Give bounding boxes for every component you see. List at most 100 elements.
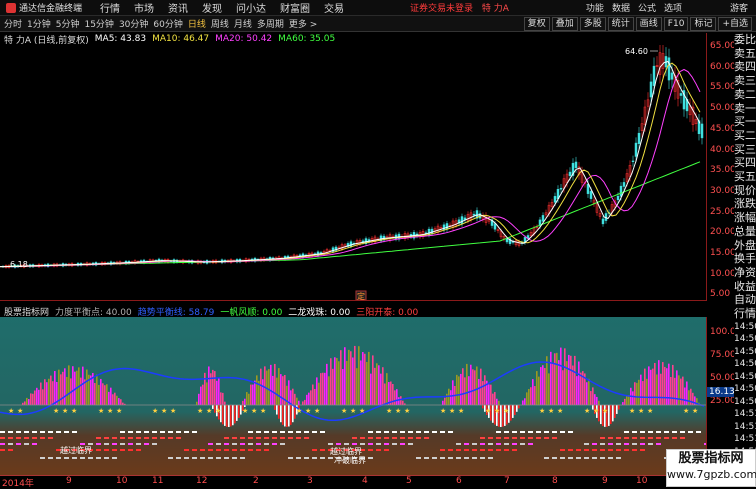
indicator-neg-bar bbox=[518, 405, 520, 409]
tab-60min[interactable]: 60分钟 bbox=[153, 17, 182, 30]
f10-button[interactable]: F10 bbox=[663, 16, 689, 31]
quote-panel-item[interactable]: 14:50 bbox=[734, 333, 756, 346]
signal-dash bbox=[568, 457, 573, 459]
add-watchlist-button[interactable]: +自选 bbox=[718, 16, 752, 31]
quote-panel-item[interactable]: 涨幅 bbox=[734, 211, 756, 225]
tab-5min[interactable]: 5分钟 bbox=[56, 17, 80, 30]
quote-panel-item[interactable]: 自动 bbox=[734, 293, 756, 307]
quote-panel-item[interactable]: 14:50 bbox=[734, 383, 756, 396]
menu-item-wenxiaoda[interactable]: 问小达 bbox=[236, 0, 266, 15]
tab-1min[interactable]: 1分钟 bbox=[27, 17, 51, 30]
signal-dash bbox=[168, 437, 173, 439]
quote-panel-item[interactable]: 总量 bbox=[734, 225, 756, 239]
quote-panel-item[interactable]: 14:51 bbox=[734, 433, 756, 446]
diejia-button[interactable]: 叠加 bbox=[551, 16, 578, 31]
signal-dash bbox=[608, 443, 613, 445]
quote-panel-item[interactable]: 14:51 bbox=[734, 408, 756, 421]
date-tick: 2014年 bbox=[2, 479, 34, 489]
quote-panel-item[interactable]: 14:51 bbox=[734, 421, 756, 434]
candle-body bbox=[700, 123, 704, 139]
tab-daily[interactable]: 日线 bbox=[188, 17, 206, 30]
tongji-button[interactable]: 统计 bbox=[607, 16, 634, 31]
quote-panel-item[interactable]: 净资 bbox=[734, 266, 756, 280]
quote-panel-item[interactable]: 14:50 bbox=[734, 396, 756, 409]
guest-user[interactable]: 游客 bbox=[730, 1, 748, 14]
quote-panel-item[interactable]: 现价 bbox=[734, 184, 756, 198]
signal-dash bbox=[16, 431, 21, 433]
menu-item-gongshi[interactable]: 公式 bbox=[638, 1, 656, 14]
quote-panel-item[interactable]: 卖四 bbox=[734, 60, 756, 74]
tab-weekly[interactable]: 周线 bbox=[211, 17, 229, 30]
tab-monthly[interactable]: 月线 bbox=[234, 17, 252, 30]
quote-panel-item[interactable]: 卖五 bbox=[734, 47, 756, 61]
indicator-bar bbox=[336, 358, 338, 405]
signal-dash bbox=[488, 457, 493, 459]
signal-dash bbox=[480, 443, 485, 445]
quote-panel-item[interactable]: 14:50 bbox=[734, 358, 756, 371]
signal-dash bbox=[616, 449, 621, 451]
signal-dash bbox=[8, 437, 13, 439]
menu-item-faxian[interactable]: 发现 bbox=[202, 0, 222, 15]
quote-panel-item[interactable]: 14:50 bbox=[734, 321, 756, 334]
quote-panel-item[interactable]: 换手 bbox=[734, 252, 756, 266]
signal-dash bbox=[56, 431, 61, 433]
menu-item-gongneng[interactable]: 功能 bbox=[586, 1, 604, 14]
fuquan-button[interactable]: 复权 bbox=[523, 16, 550, 31]
tab-multi[interactable]: 多周期 bbox=[257, 17, 284, 30]
indicator-bar bbox=[246, 392, 248, 405]
indicator-bar bbox=[482, 381, 484, 405]
price-tick: 65.00 bbox=[710, 41, 736, 51]
indicator-chart[interactable]: ★ ★ ★ ★ ★ ★ ★ ★ ★ ★ ★ ★ ★ ★ ★ ★ ★ ★ ★ ★ ★ ★ ★ ★ ★ ★ ★ ★ ★ ★ ★ ★ ★ ★ ★ ★ ★ ★ ★ ★… bbox=[0, 317, 706, 475]
indicator-bar bbox=[564, 348, 566, 405]
indicator-bar bbox=[646, 378, 648, 405]
menu-item-caifuquan[interactable]: 财富圈 bbox=[280, 0, 310, 15]
quote-panel-item[interactable]: 涨跌 bbox=[734, 197, 756, 211]
price-chart[interactable]: 64.60 6.18 定 bbox=[0, 45, 706, 300]
huaxian-button[interactable]: 画线 bbox=[635, 16, 662, 31]
quote-panel-item[interactable]: 外盘 bbox=[734, 239, 756, 253]
quote-panel-item[interactable]: 卖三 bbox=[734, 74, 756, 88]
signal-dash bbox=[144, 431, 149, 433]
signal-dash bbox=[168, 457, 173, 459]
quote-panel-item[interactable]: 收益 bbox=[734, 280, 756, 294]
tab-15min[interactable]: 15分钟 bbox=[84, 17, 113, 30]
menu-item-shuju[interactable]: 数据 bbox=[612, 1, 630, 14]
menu-item-zixun[interactable]: 资讯 bbox=[168, 0, 188, 15]
tab-more[interactable]: 更多 > bbox=[289, 17, 317, 30]
login-notice[interactable]: 证券交易未登录 特 力A bbox=[410, 1, 509, 14]
quote-panel-item[interactable]: 买一 bbox=[734, 115, 756, 129]
indicator-neg-bar bbox=[276, 405, 278, 415]
quote-panel-item[interactable]: 卖二 bbox=[734, 88, 756, 102]
menu-item-hangqing[interactable]: 行情 bbox=[100, 0, 120, 15]
quote-panel-item[interactable]: 买五 bbox=[734, 170, 756, 184]
quote-panel-item[interactable]: 14:50 bbox=[734, 346, 756, 359]
quote-panel-item[interactable]: 买三 bbox=[734, 143, 756, 157]
signal-dash bbox=[232, 443, 237, 445]
indicator-bar bbox=[640, 374, 642, 405]
signal-dash bbox=[160, 431, 165, 433]
tab-fenshi[interactable]: 分时 bbox=[4, 17, 22, 30]
quote-panel-item[interactable]: 行情 bbox=[734, 307, 756, 321]
menu-item-jiaoyi[interactable]: 交易 bbox=[324, 0, 344, 15]
low-label: 6.18 bbox=[10, 260, 28, 269]
pane-divider[interactable] bbox=[0, 300, 706, 301]
indicator-bar bbox=[372, 355, 374, 405]
menu-item-shichang[interactable]: 市场 bbox=[134, 0, 154, 15]
biaoji-button[interactable]: 标记 bbox=[690, 16, 717, 31]
signal-dash bbox=[248, 449, 253, 451]
indicator-bar bbox=[442, 400, 444, 405]
signal-dash bbox=[624, 449, 629, 451]
quote-panel-item[interactable]: 卖一 bbox=[734, 102, 756, 116]
signal-dash bbox=[568, 449, 573, 451]
menu-item-xuanxiang[interactable]: 选项 bbox=[664, 1, 682, 14]
quote-panel-item[interactable]: 委比 bbox=[734, 33, 756, 47]
signal-dash bbox=[520, 443, 525, 445]
signal-dash bbox=[376, 443, 381, 445]
date-tick: 4 bbox=[362, 476, 368, 486]
signal-dash bbox=[320, 431, 325, 433]
quote-panel-item[interactable]: 14:50 bbox=[734, 371, 756, 384]
tab-30min[interactable]: 30分钟 bbox=[119, 17, 148, 30]
duogu-button[interactable]: 多股 bbox=[579, 16, 606, 31]
quote-panel-item[interactable]: 买四 bbox=[734, 156, 756, 170]
quote-panel-item[interactable]: 买二 bbox=[734, 129, 756, 143]
